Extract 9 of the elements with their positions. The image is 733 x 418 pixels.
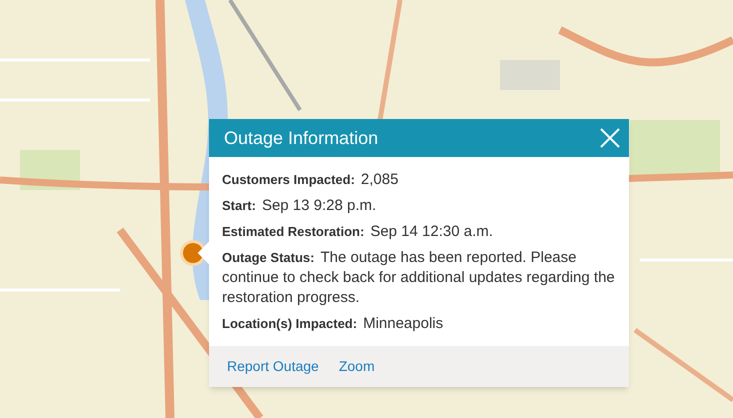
popup-link[interactable]: Zoom (338, 356, 375, 377)
popup-link[interactable]: Report Outage (227, 356, 319, 377)
close-icon[interactable] (599, 127, 621, 149)
info-line: Estimated Restoration: Sep 14 12:30 a.m. (222, 222, 494, 242)
info-line: Customers Impacted: 2,085 (222, 170, 400, 190)
info-line: Outage Status: The outage has been reported. Please continue to check back for additional updates regarding the restoration progress. (222, 248, 616, 308)
info-line: Start: Sep 13 9:28 p.m. (222, 196, 378, 216)
popup-title: Outage Information (224, 126, 378, 150)
info-line: Location(s) Impacted: Minneapolis (222, 314, 444, 334)
